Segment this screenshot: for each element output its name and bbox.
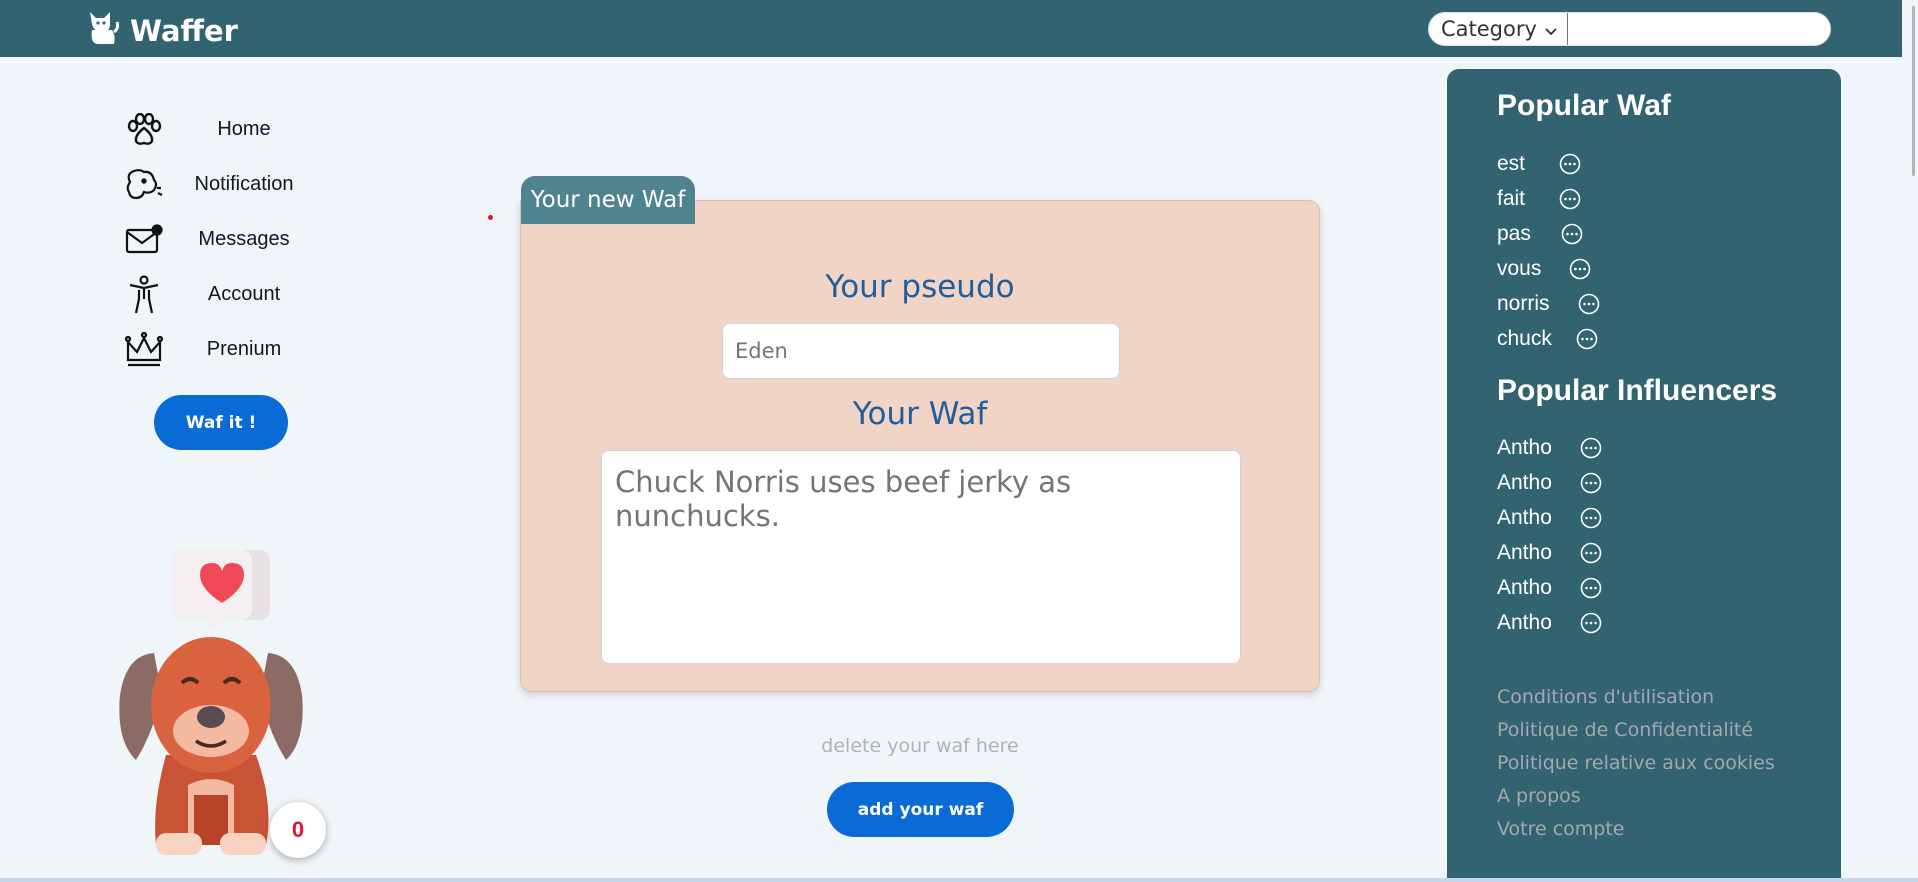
privacy-link[interactable]: Politique de Confidentialité [1497, 714, 1775, 747]
brand-name: Waffer [130, 13, 238, 48]
nav-label-premium: Prenium [206, 338, 282, 360]
influencer-item[interactable]: Antho [1497, 471, 1602, 495]
popular-waf-label: est [1497, 152, 1526, 175]
popular-waf-item[interactable]: chuck [1497, 327, 1598, 351]
popular-waf-item[interactable]: est [1497, 152, 1581, 176]
account-link[interactable]: Votre compte [1497, 813, 1775, 846]
top-bar: Waffer Category [0, 0, 1918, 57]
pseudo-title: Your pseudo [825, 269, 1015, 305]
search-input[interactable] [1567, 14, 1830, 44]
footer-links: Conditions d'utilisation Politique de Co… [1497, 681, 1775, 846]
popular-influencers-title: Popular Influencers [1497, 374, 1778, 407]
scrollbar[interactable] [1902, 0, 1918, 882]
nav-label-account: Account [207, 283, 281, 305]
popular-waf-title: Popular Waf [1497, 89, 1671, 122]
influencer-name: Antho [1497, 576, 1552, 599]
mail-icon [124, 220, 164, 260]
nav-item-account[interactable]: Account [124, 267, 324, 322]
more-options-icon[interactable] [1580, 472, 1602, 494]
more-options-icon[interactable] [1559, 188, 1581, 210]
waf-textarea[interactable] [601, 450, 1241, 664]
category-select[interactable]: Category [1429, 13, 1568, 45]
paw-icon [124, 110, 164, 150]
more-options-icon[interactable] [1580, 437, 1602, 459]
influencer-name: Antho [1497, 436, 1552, 459]
nav-item-notification[interactable]: Notification [124, 157, 324, 212]
dog-head-icon [124, 165, 164, 205]
more-options-icon[interactable] [1580, 507, 1602, 529]
person-icon [124, 274, 164, 315]
influencer-name: Antho [1497, 471, 1552, 494]
popular-waf-item[interactable]: fait [1497, 187, 1581, 211]
red-dot [488, 215, 493, 220]
new-waf-tab: Your new Waf [521, 176, 695, 224]
search-bar: Category [1428, 12, 1831, 46]
dog-logo-icon [86, 10, 120, 51]
cookies-link[interactable]: Politique relative aux cookies [1497, 747, 1775, 780]
popular-waf-label: norris [1497, 292, 1550, 315]
influencer-item[interactable]: Antho [1497, 576, 1602, 600]
brand[interactable]: Waffer [86, 10, 238, 51]
chevron-down-icon [1545, 17, 1557, 41]
bottom-divider [0, 878, 1918, 882]
more-options-icon[interactable] [1561, 223, 1583, 245]
popular-waf-item[interactable]: vous [1497, 257, 1591, 281]
influencer-item[interactable]: Antho [1497, 506, 1602, 530]
about-link[interactable]: A propos [1497, 780, 1775, 813]
influencer-item[interactable]: Antho [1497, 541, 1602, 565]
sidebar-nav: Home Notification Messages Account Preni… [124, 102, 324, 377]
pseudo-input[interactable] [722, 323, 1120, 379]
popular-waf-label: chuck [1497, 327, 1552, 350]
popular-waf-label: pas [1497, 222, 1531, 245]
more-options-icon[interactable] [1578, 293, 1600, 315]
more-options-icon[interactable] [1580, 542, 1602, 564]
influencer-name: Antho [1497, 541, 1552, 564]
popular-waf-label: vous [1497, 257, 1542, 280]
right-sidebar: Popular Waf est fait pas vous norris chu… [1447, 69, 1841, 882]
add-waf-button[interactable]: add your waf [827, 782, 1014, 837]
popular-waf-item[interactable]: pas [1497, 222, 1583, 246]
influencer-name: Antho [1497, 611, 1552, 634]
popular-waf-item[interactable]: norris [1497, 292, 1600, 316]
more-options-icon[interactable] [1580, 577, 1602, 599]
more-options-icon[interactable] [1576, 328, 1598, 350]
nav-item-home[interactable]: Home [124, 102, 324, 157]
more-options-icon[interactable] [1559, 153, 1581, 175]
category-label: Category [1441, 17, 1537, 41]
waf-title: Your Waf [852, 396, 988, 432]
like-counter: 0 [270, 802, 326, 858]
influencer-name: Antho [1497, 506, 1552, 529]
crown-icon [124, 330, 164, 370]
nav-label-home: Home [217, 118, 271, 140]
terms-link[interactable]: Conditions d'utilisation [1497, 681, 1775, 714]
delete-waf-link[interactable]: delete your waf here [720, 735, 1120, 757]
waf-it-button[interactable]: Waf it ! [154, 395, 288, 450]
scrollbar-thumb[interactable] [1912, 6, 1915, 176]
nav-label-notification: Notification [194, 173, 294, 195]
influencer-item[interactable]: Antho [1497, 611, 1602, 635]
popular-waf-label: fait [1497, 187, 1526, 210]
new-waf-card: Your pseudo Your Waf [520, 200, 1320, 692]
more-options-icon[interactable] [1580, 612, 1602, 634]
nav-item-premium[interactable]: Prenium [124, 322, 324, 377]
nav-item-messages[interactable]: Messages [124, 212, 324, 267]
influencer-item[interactable]: Antho [1497, 436, 1602, 460]
nav-label-messages: Messages [198, 228, 290, 250]
more-options-icon[interactable] [1569, 258, 1591, 280]
